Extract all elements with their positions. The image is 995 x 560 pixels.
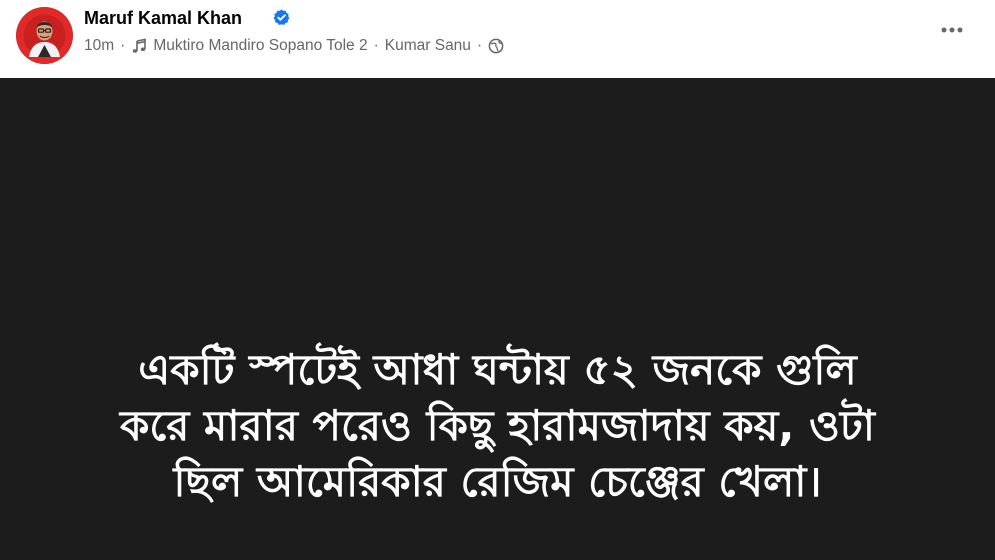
post-text-line: একটি স্পটেই আধা ঘন্টায় ৫২ জনকে গুলি xyxy=(138,345,857,394)
more-dot xyxy=(949,27,955,33)
post-text-background[interactable]: একটি স্পটেই আধা ঘন্টায় ৫২ জনকে গুলি করে… xyxy=(0,78,995,560)
meta-separator: · xyxy=(476,37,483,54)
more-dot xyxy=(957,27,963,33)
globe-icon[interactable] xyxy=(488,38,504,54)
post-text: একটি স্পটেই আধা ঘন্টায় ৫২ জনকে গুলি করে… xyxy=(20,342,975,510)
post-meta: 10m · Muktiro Mandiro Sopano Tole 2 · Ku… xyxy=(84,36,504,56)
facebook-post: Maruf Kamal Khan 10m · Muktiro Mandiro S… xyxy=(0,0,995,560)
meta-separator: · xyxy=(120,37,126,54)
song-title[interactable]: Muktiro Mandiro Sopano Tole 2 xyxy=(153,37,367,55)
verified-badge-icon xyxy=(273,9,290,25)
post-text-line: ছিল আমেরিকার রেজিম চেঞ্জের খেলা। xyxy=(173,457,822,506)
author-name[interactable]: Maruf Kamal Khan xyxy=(84,7,242,29)
post-header: Maruf Kamal Khan 10m · Muktiro Mandiro S… xyxy=(0,0,995,78)
meta-separator: · xyxy=(373,37,379,54)
avatar-portrait-icon xyxy=(16,7,73,64)
more-dot xyxy=(941,27,947,33)
song-artist[interactable]: Kumar Sanu xyxy=(385,37,471,55)
post-time[interactable]: 10m xyxy=(84,37,114,55)
avatar[interactable] xyxy=(16,7,73,64)
more-options-button[interactable] xyxy=(934,16,970,44)
music-note-icon xyxy=(133,38,147,53)
post-text-line: করে মারার পরেও কিছু হারামজাদায় কয়, ওটা xyxy=(120,401,875,450)
